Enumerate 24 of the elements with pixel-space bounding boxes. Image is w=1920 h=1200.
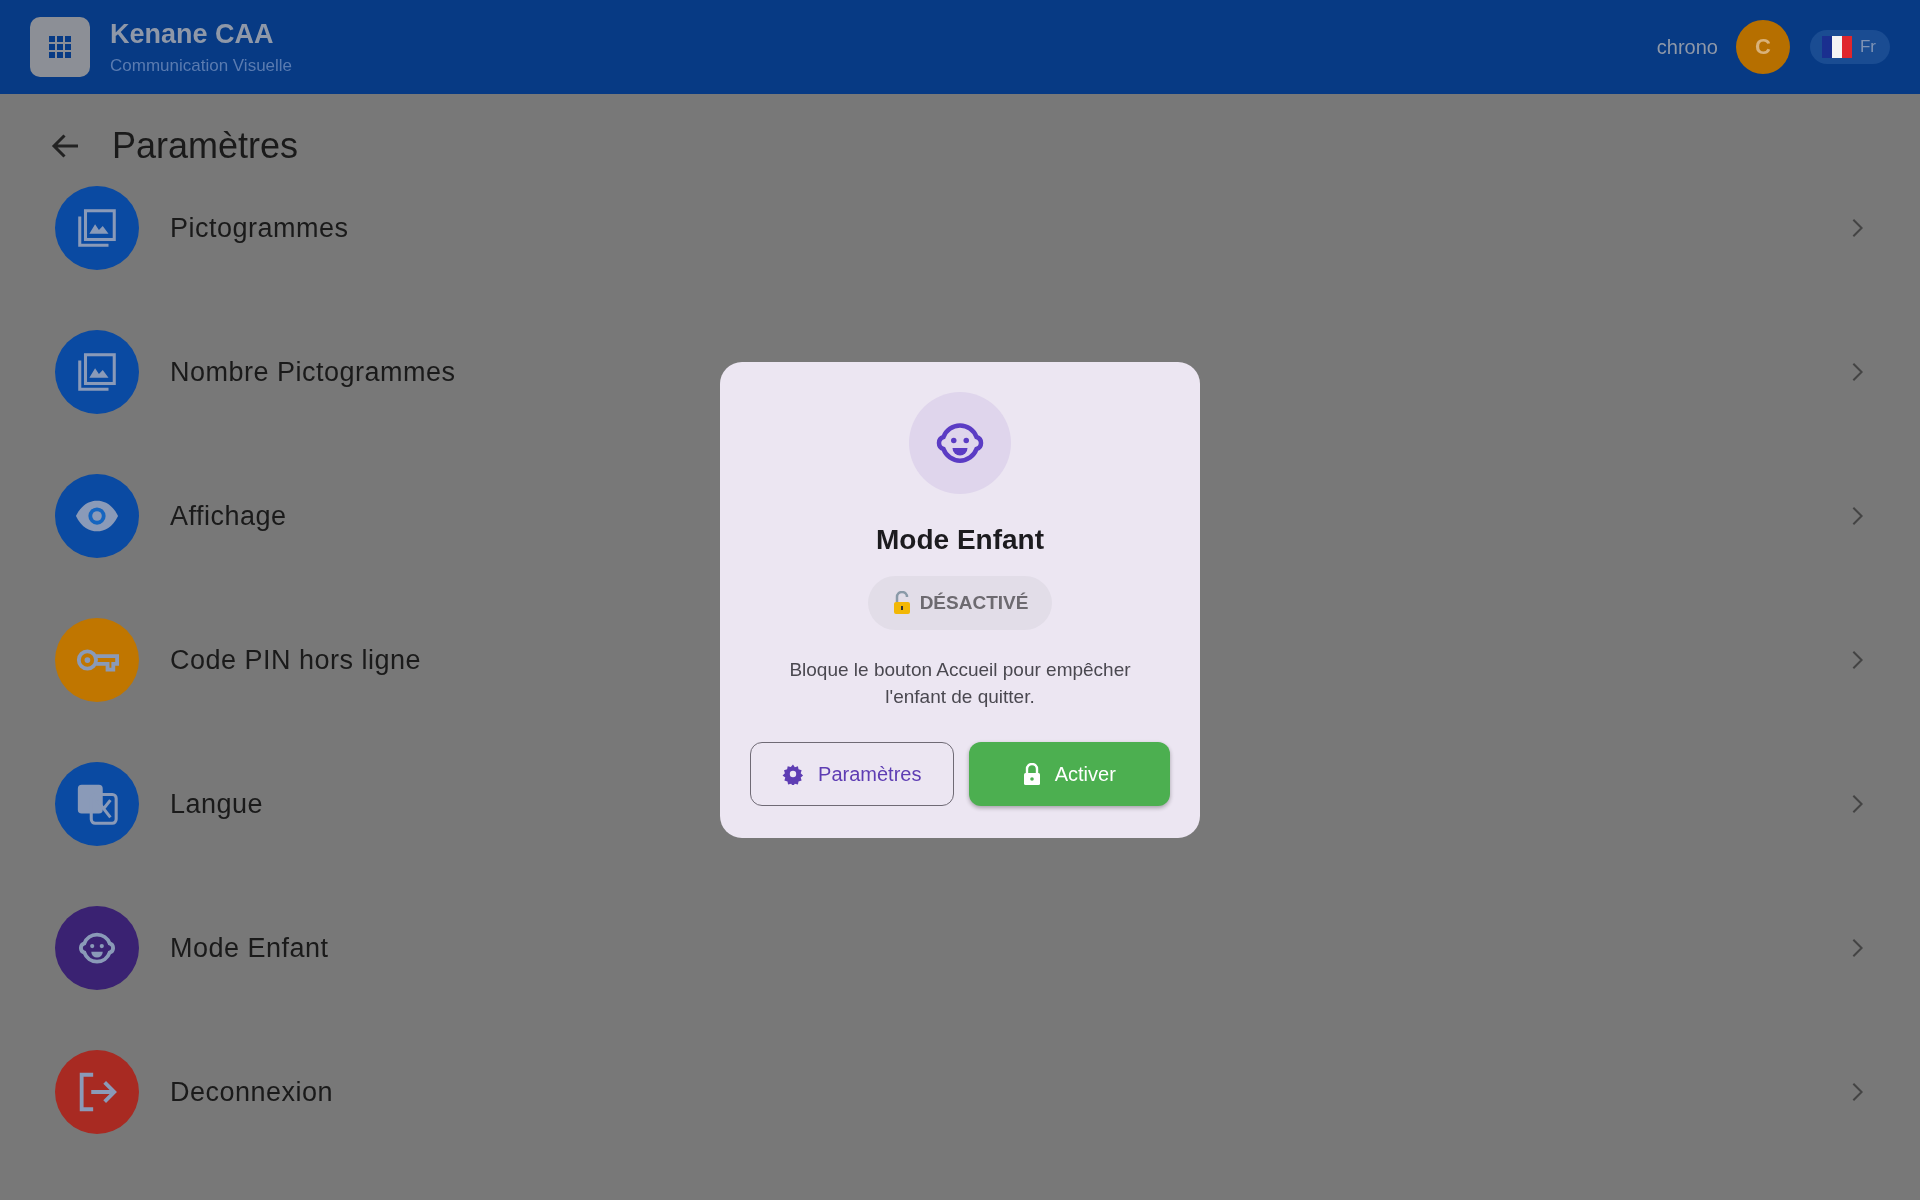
settings-button[interactable]: Paramètres <box>750 742 954 806</box>
status-label: DÉSACTIVÉ <box>919 592 1029 614</box>
settings-item-label[interactable]: Code PIN hors ligne <box>170 644 422 676</box>
settings-item-label[interactable]: Langue <box>170 788 264 820</box>
settings-item-label[interactable]: Deconnexion <box>170 1076 334 1108</box>
page-title: Paramètres <box>112 125 299 167</box>
grid-icon <box>49 36 71 58</box>
settings-icon <box>782 763 805 785</box>
app-subtitle: Communication Visuelle <box>110 55 294 76</box>
app-title: Kenane CAA <box>110 18 275 50</box>
settings-item-label[interactable]: Mode Enfant <box>170 932 329 964</box>
settings-item-label[interactable]: Affichage <box>170 500 287 532</box>
user-avatar[interactable]: C <box>1735 20 1790 74</box>
language-button[interactable]: Fr <box>1809 30 1890 64</box>
dialog-title: Mode Enfant <box>876 524 1044 556</box>
dialog-description: Bloque le bouton Accueil pour empêcher l'enfant de quitter. <box>788 658 1132 709</box>
flag-icon <box>1821 36 1852 58</box>
settings-item-label[interactable]: Nombre Pictogrammes <box>170 356 456 388</box>
open-padlock-icon <box>891 591 912 615</box>
lock-icon <box>1022 763 1041 785</box>
user-name: chrono <box>1656 35 1718 59</box>
settings-item-label[interactable]: Pictogrammes <box>170 212 349 244</box>
apps-button[interactable] <box>30 17 90 77</box>
activate-button[interactable]: Activer <box>968 742 1170 806</box>
